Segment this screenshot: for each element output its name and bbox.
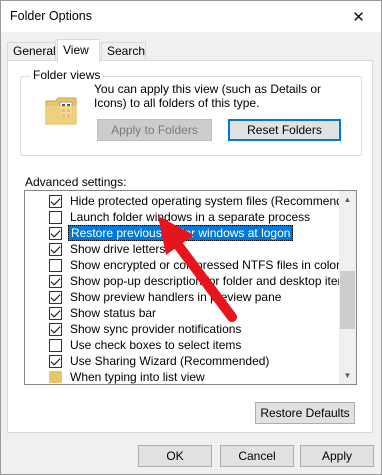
close-icon[interactable]: ✕ [336,1,381,32]
checkbox[interactable] [49,258,62,272]
tab-search[interactable]: Search [101,42,146,61]
list-item-label: Show sync provider notifications [70,322,242,336]
title-bar: Folder Options ✕ [1,1,381,32]
list-item[interactable]: Hide protected operating system files (R… [49,193,357,209]
scroll-up-icon[interactable]: ▲ [339,191,356,208]
list-item[interactable]: Restore previous folder windows at logon [49,225,294,241]
cancel-button[interactable]: Cancel [220,445,294,467]
checkbox[interactable] [49,306,62,320]
list-item-label: Launch folder windows in a separate proc… [70,210,311,224]
tab-view[interactable]: View [57,39,100,62]
restore-defaults-button[interactable]: Restore Defaults [255,402,355,424]
checkbox[interactable] [49,322,62,336]
checkbox[interactable] [49,210,62,224]
checkbox[interactable] [49,194,62,208]
list-item-label: Show drive letters [70,242,166,256]
ok-button[interactable]: OK [138,445,212,467]
advanced-settings-label: Advanced settings: [25,175,127,189]
list-item[interactable]: When typing into list view [49,369,207,384]
list-item[interactable]: Show drive letters [49,241,167,257]
scroll-down-icon[interactable]: ▼ [339,367,356,384]
list-item[interactable]: Show encrypted or compressed NTFS files … [49,257,342,273]
folder-icon [45,97,77,125]
folder-views-description: You can apply this view (such as Details… [94,82,322,110]
tab-general[interactable]: General [7,42,56,61]
list-item-label: Hide protected operating system files (R… [70,194,357,208]
apply-button[interactable]: Apply [300,445,374,467]
list-item[interactable]: Show preview handlers in preview pane [49,289,283,305]
list-item[interactable]: Show sync provider notifications [49,321,243,337]
list-item[interactable]: Show pop-up description for folder and d… [49,273,356,289]
list-item-label: Show pop-up description for folder and d… [70,274,354,288]
checkbox[interactable] [49,226,62,240]
folder-icon [49,371,62,383]
checkbox[interactable] [49,354,62,368]
vertical-scrollbar[interactable]: ▲ ▼ [339,191,356,384]
checkbox[interactable] [49,242,62,256]
list-item-label: Restore previous folder windows at logon [68,225,294,241]
list-item-label: Use check boxes to select items [70,338,242,352]
apply-to-folders-button[interactable]: Apply to Folders [97,119,212,141]
folder-views-label: Folder views [30,68,104,82]
checkbox[interactable] [49,274,62,288]
checkbox[interactable] [49,338,62,352]
list-item-label: Show status bar [70,306,157,320]
list-item[interactable]: Show status bar [49,305,158,321]
checkbox[interactable] [49,290,62,304]
list-item-label: When typing into list view [70,370,205,384]
reset-folders-button[interactable]: Reset Folders [228,119,341,141]
scrollbar-thumb[interactable] [340,271,355,329]
list-item[interactable]: Launch folder windows in a separate proc… [49,209,312,225]
list-item-label: Show encrypted or compressed NTFS files … [70,258,341,272]
list-item[interactable]: Use Sharing Wizard (Recommended) [49,353,271,369]
list-item-label: Use Sharing Wizard (Recommended) [70,354,270,368]
list-item-label: Show preview handlers in preview pane [70,290,282,304]
advanced-settings-list[interactable]: Hide protected operating system files (R… [24,190,357,385]
list-item[interactable]: Use check boxes to select items [49,337,243,353]
window-title: Folder Options [10,9,92,23]
